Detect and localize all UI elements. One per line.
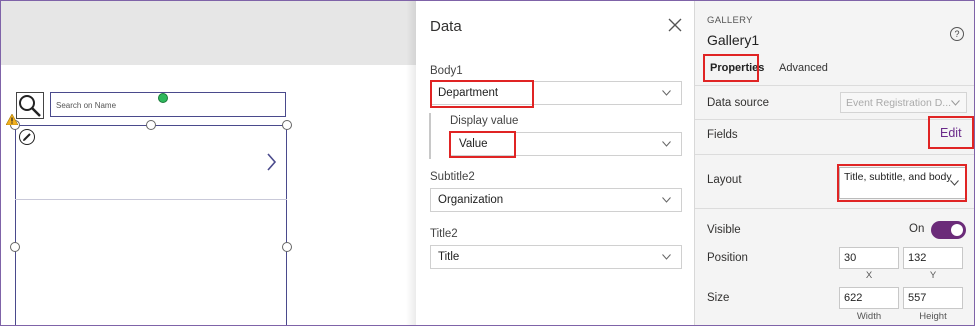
- title-field-value: Title: [438, 251, 460, 263]
- position-y-input[interactable]: 132: [903, 247, 963, 269]
- nested-field-indicator: [429, 113, 431, 159]
- resize-handle-mid-right[interactable]: [282, 242, 292, 252]
- subtitle-field-select[interactable]: Organization: [430, 188, 682, 212]
- width-caption: Width: [856, 311, 882, 322]
- chevron-right-icon[interactable]: [264, 152, 278, 172]
- close-icon[interactable]: [668, 18, 682, 32]
- highlight-properties-tab: [703, 54, 759, 82]
- visible-state: On: [909, 223, 925, 235]
- control-name[interactable]: Gallery1: [707, 32, 759, 48]
- chevron-down-icon: [951, 100, 960, 106]
- resize-handle-mid-left[interactable]: [10, 242, 20, 252]
- divider: [695, 85, 974, 86]
- search-input[interactable]: Search on Name: [50, 92, 286, 117]
- panel-shadow: [406, 1, 416, 325]
- data-source-select[interactable]: Event Registration D...: [840, 92, 967, 113]
- search-icon-control[interactable]: [16, 92, 44, 119]
- title-field-select[interactable]: Title: [430, 245, 682, 269]
- data-source-label: Data source: [707, 97, 770, 109]
- highlight-layout-select: [837, 164, 967, 202]
- divider: [695, 208, 974, 209]
- tab-advanced[interactable]: Advanced: [779, 62, 828, 74]
- subtitle-field-label: Subtitle2: [430, 171, 475, 183]
- help-icon[interactable]: ?: [950, 27, 964, 41]
- resize-handle-top-right[interactable]: [282, 120, 292, 130]
- display-value-label: Display value: [450, 115, 519, 127]
- y-caption: Y: [929, 270, 937, 281]
- position-x-input[interactable]: 30: [839, 247, 899, 269]
- highlight-body-field: [430, 80, 534, 108]
- warning-icon[interactable]: [6, 114, 18, 125]
- divider: [695, 154, 974, 155]
- chevron-down-icon: [662, 90, 671, 96]
- fields-label: Fields: [707, 129, 738, 141]
- title-field-label: Title2: [430, 228, 458, 240]
- highlight-edit-link: [928, 116, 974, 149]
- search-icon: [19, 95, 41, 117]
- gallery-row-divider: [15, 199, 287, 200]
- chevron-down-icon: [662, 197, 671, 203]
- subtitle-field-value: Organization: [438, 194, 504, 206]
- data-panel: Data Body1 Department Display value Valu…: [416, 1, 695, 325]
- x-caption: X: [865, 270, 873, 281]
- size-width-input[interactable]: 622: [839, 287, 899, 309]
- body-field-label: Body1: [430, 65, 463, 77]
- size-label: Size: [707, 292, 730, 304]
- pencil-icon: [23, 133, 31, 141]
- gallery-control[interactable]: [15, 125, 287, 325]
- height-caption: Height: [919, 311, 947, 322]
- size-height-input[interactable]: 557: [903, 287, 963, 309]
- control-type-caption: GALLERY: [707, 15, 753, 26]
- chevron-down-icon: [662, 254, 671, 260]
- highlight-display-value: [449, 131, 516, 158]
- resize-handle-top-center[interactable]: [146, 120, 156, 130]
- visible-toggle[interactable]: [931, 221, 966, 239]
- data-source-value: Event Registration D...: [846, 97, 952, 109]
- presence-dot: [158, 93, 168, 103]
- edit-item-button[interactable]: [19, 129, 35, 145]
- layout-label: Layout: [707, 174, 742, 186]
- canvas-header: [1, 1, 416, 65]
- data-panel-title: Data: [430, 18, 462, 35]
- toggle-knob: [951, 224, 963, 236]
- chevron-down-icon: [662, 141, 671, 147]
- position-label: Position: [707, 252, 748, 264]
- visible-label: Visible: [707, 224, 741, 236]
- app-window: Search on Name Data Body1 Department Dis…: [0, 0, 975, 326]
